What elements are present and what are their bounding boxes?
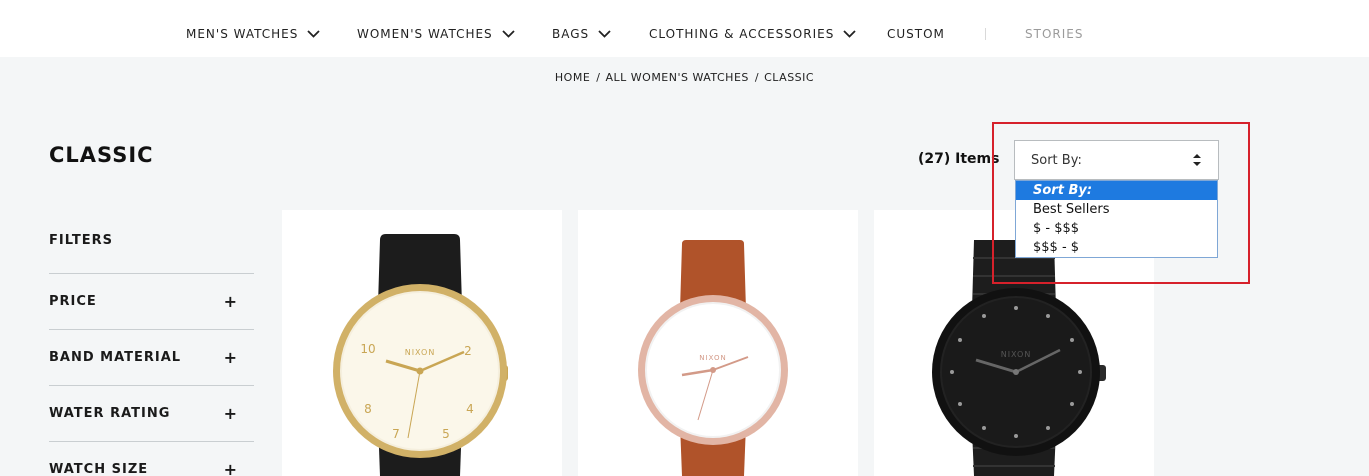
dial-numeral: 4 xyxy=(466,402,474,416)
sort-option-default[interactable]: Sort By: xyxy=(1016,181,1217,200)
filter-price[interactable]: PRICE + xyxy=(49,273,254,329)
plus-icon: + xyxy=(223,348,238,367)
sort-select-value: Sort By: xyxy=(1031,152,1082,168)
filter-label: WATER RATING xyxy=(49,406,171,421)
nav-clothing-accessories[interactable]: CLOTHING & ACCESSORIES xyxy=(649,27,856,41)
filter-label: WATCH SIZE xyxy=(49,462,149,476)
dial-numeral: 5 xyxy=(442,427,450,441)
filter-label: PRICE xyxy=(49,294,97,309)
nav-label: WOMEN'S WATCHES xyxy=(357,27,493,41)
chevron-down-icon xyxy=(307,30,320,38)
nav-custom[interactable]: CUSTOM xyxy=(887,27,945,41)
sort-option-best-sellers[interactable]: Best Sellers xyxy=(1016,200,1217,219)
dial-numeral: 10 xyxy=(360,342,375,356)
plus-icon: + xyxy=(223,460,238,476)
sort-option-price-high-low[interactable]: $$$ - $ xyxy=(1016,238,1217,257)
sort-updown-icon xyxy=(1192,153,1202,167)
nav-label: MEN'S WATCHES xyxy=(186,27,299,41)
breadcrumb-separator: / xyxy=(754,71,760,84)
item-count: (27) Items xyxy=(918,151,1000,167)
sort-option-price-low-high[interactable]: $ - $$$ xyxy=(1016,219,1217,238)
nav-label: CLOTHING & ACCESSORIES xyxy=(649,27,835,41)
brand-logo-text: NIXON xyxy=(1001,350,1032,359)
chevron-down-icon xyxy=(598,30,611,38)
filter-label: BAND MATERIAL xyxy=(49,350,182,365)
chevron-down-icon xyxy=(502,30,515,38)
plus-icon: + xyxy=(223,292,238,311)
nav-mens-watches[interactable]: MEN'S WATCHES xyxy=(186,27,320,41)
filter-watch-size[interactable]: WATCH SIZE + xyxy=(49,441,254,476)
product-image: NIXON 10 2 8 4 7 5 xyxy=(333,234,508,476)
dial-numeral: 8 xyxy=(364,402,372,416)
breadcrumb-home[interactable]: HOME xyxy=(555,71,590,84)
page-title: CLASSIC xyxy=(49,143,154,167)
product-card[interactable]: NIXON 10 2 8 4 7 5 xyxy=(282,210,562,476)
breadcrumb-separator: / xyxy=(596,71,601,84)
chevron-down-icon xyxy=(843,30,856,38)
product-image: NIXON xyxy=(638,240,788,476)
nav-divider xyxy=(985,28,986,40)
top-nav: MEN'S WATCHES WOMEN'S WATCHES BAGS CLOTH… xyxy=(0,0,1369,57)
filters-title: FILTERS xyxy=(49,233,113,248)
sort-dropdown-list: Sort By: Best Sellers $ - $$$ $$$ - $ xyxy=(1015,180,1218,258)
product-card[interactable]: NIXON xyxy=(578,210,858,476)
nav-bags[interactable]: BAGS xyxy=(552,27,611,41)
filter-water-rating[interactable]: WATER RATING + xyxy=(49,385,254,441)
breadcrumb-current: CLASSIC xyxy=(764,71,815,84)
nav-womens-watches[interactable]: WOMEN'S WATCHES xyxy=(357,27,515,41)
nav-label: CUSTOM xyxy=(887,27,945,41)
plus-icon: + xyxy=(223,404,238,423)
dial-numeral: 2 xyxy=(464,344,472,358)
nav-stories[interactable]: STORIES xyxy=(1025,27,1083,41)
breadcrumb: HOME / ALL WOMEN'S WATCHES / CLASSIC xyxy=(0,71,1369,84)
dial-numeral: 7 xyxy=(392,427,400,441)
filter-band-material[interactable]: BAND MATERIAL + xyxy=(49,329,254,385)
brand-logo-text: NIXON xyxy=(699,354,726,362)
nav-label: STORIES xyxy=(1025,27,1084,41)
sort-select[interactable]: Sort By: xyxy=(1014,140,1219,180)
nav-label: BAGS xyxy=(552,27,590,41)
brand-logo-text: NIXON xyxy=(405,348,436,357)
breadcrumb-all-womens-watches[interactable]: ALL WOMEN'S WATCHES xyxy=(606,71,749,84)
